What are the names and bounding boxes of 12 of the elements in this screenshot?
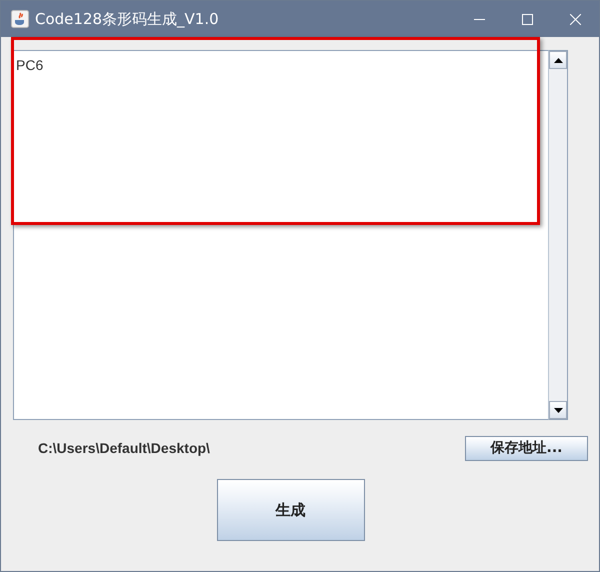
scrollbar[interactable] bbox=[549, 50, 568, 420]
close-icon bbox=[570, 14, 580, 24]
scroll-up-icon[interactable] bbox=[554, 58, 562, 62]
maximize-icon bbox=[522, 14, 532, 24]
save-path-label: C:\Users\Default\Desktop\ bbox=[38, 438, 210, 458]
generate-button[interactable]: 生成 bbox=[216, 479, 364, 541]
window-title: Code128条形码生成_V1.0 bbox=[35, 8, 219, 30]
browse-button[interactable]: 保存地址... bbox=[465, 436, 588, 461]
text-area[interactable]: PC6 bbox=[13, 50, 549, 420]
minimize-icon bbox=[474, 18, 484, 20]
scroll-down-icon[interactable] bbox=[554, 408, 562, 412]
java-app-icon bbox=[11, 10, 29, 28]
